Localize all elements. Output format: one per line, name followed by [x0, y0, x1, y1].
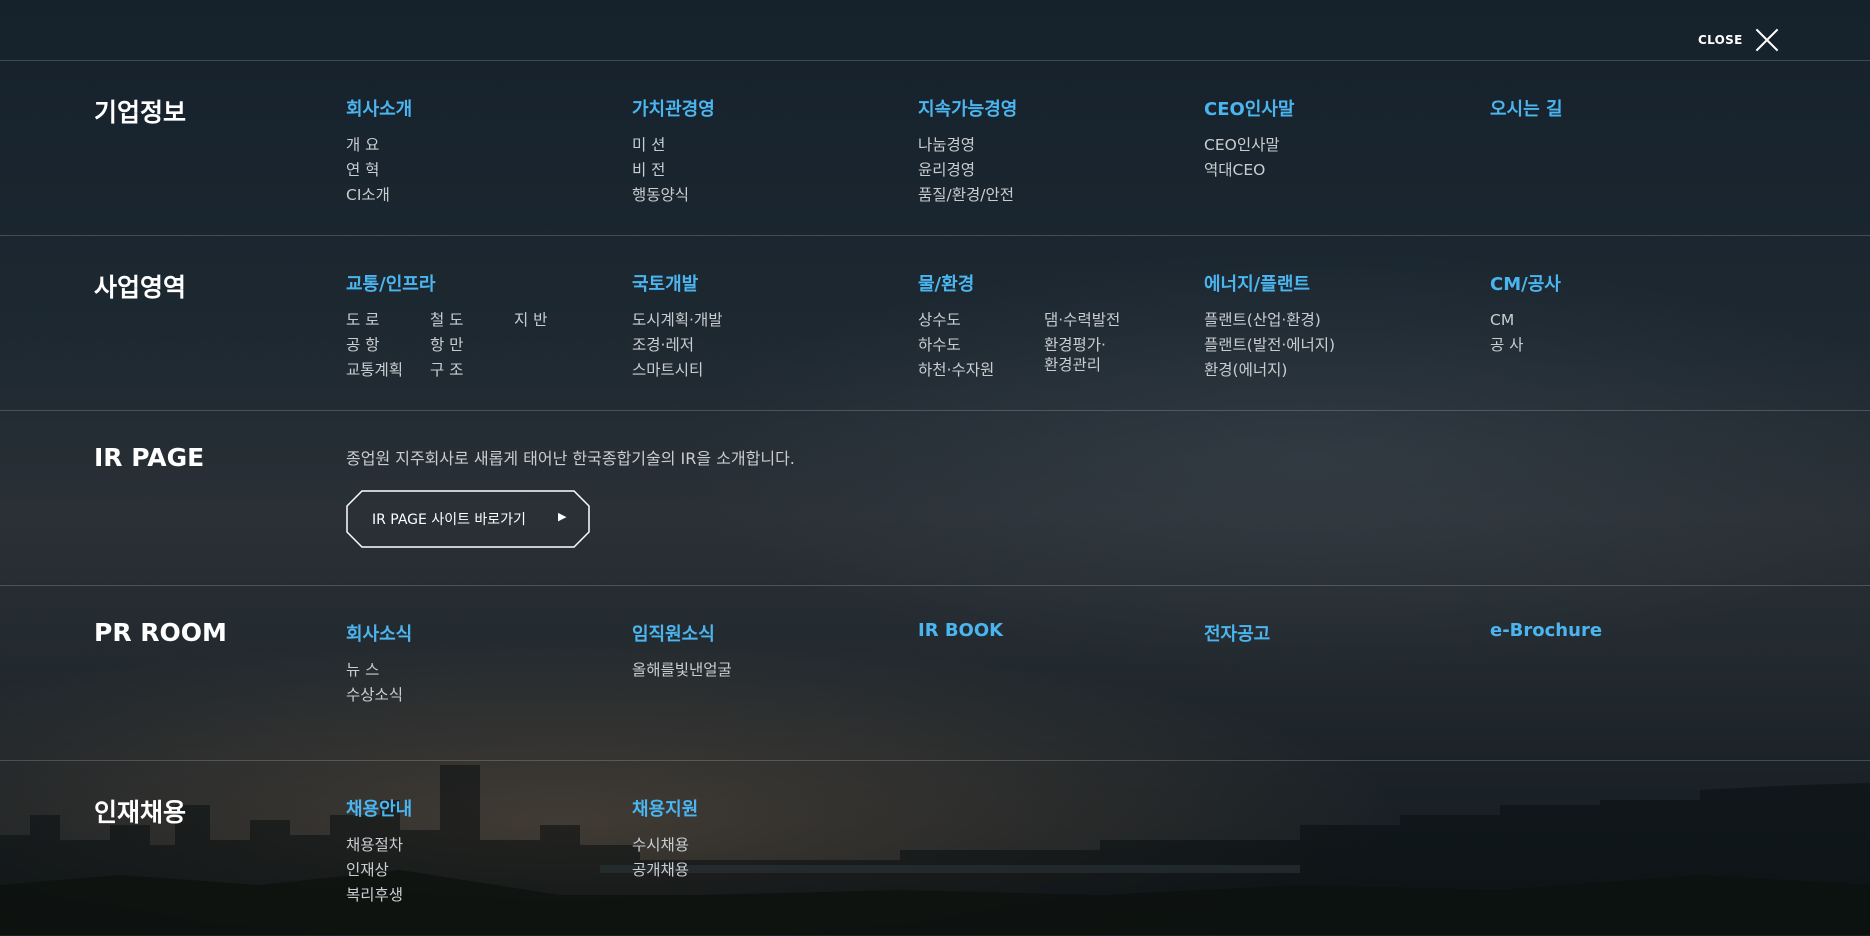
menu-link[interactable]: 도 로: [346, 308, 430, 333]
menu-link[interactable]: 환경관리: [1044, 355, 1170, 375]
menu-link[interactable]: 상수도: [918, 308, 1044, 333]
menu-link[interactable]: 환경(에너지): [1204, 358, 1335, 383]
menu-col-e-notice: 전자공고: [1204, 620, 1270, 658]
menu-link[interactable]: 지 반: [514, 308, 598, 333]
menu-col-land-development: 국토개발 도시계획·개발 조경·레저 스마트시티: [632, 270, 723, 383]
section-title: 사업영역: [94, 273, 187, 302]
menu-heading[interactable]: 전자공고: [1204, 620, 1270, 646]
menu-link[interactable]: 채용절차: [346, 833, 412, 858]
menu-link[interactable]: 비 전: [632, 158, 715, 183]
menu-link[interactable]: 품질/환경/안전: [918, 183, 1017, 208]
menu-link[interactable]: 교통계획: [346, 358, 430, 383]
menu-heading[interactable]: 채용안내: [346, 795, 412, 821]
menu-heading[interactable]: 채용지원: [632, 795, 698, 821]
menu-heading[interactable]: 국토개발: [632, 270, 723, 296]
menu-link[interactable]: 플랜트(산업·환경): [1204, 308, 1335, 333]
menu-link[interactable]: 공개채용: [632, 858, 698, 883]
menu-link[interactable]: 미 션: [632, 133, 715, 158]
menu-link[interactable]: 역대CEO: [1204, 158, 1295, 183]
menu-heading[interactable]: CM/공사: [1490, 270, 1561, 296]
menu-col-recruit-apply: 채용지원 수시채용 공개채용: [632, 795, 698, 883]
menu-col-e-brochure: e-Brochure: [1490, 620, 1602, 653]
menu-link[interactable]: 하수도: [918, 333, 1044, 358]
menu-link[interactable]: CM: [1490, 308, 1561, 333]
menu-heading[interactable]: 물/환경: [918, 270, 1170, 296]
menu-col-location: 오시는 길: [1490, 95, 1563, 133]
menu-link[interactable]: 수시채용: [632, 833, 698, 858]
menu-link[interactable]: 조경·레저: [632, 333, 723, 358]
menu-col-cm-construction: CM/공사 CM 공 사: [1490, 270, 1561, 358]
menu-heading[interactable]: 임직원소식: [632, 620, 732, 646]
menu-link[interactable]: 수상소식: [346, 683, 412, 708]
menu-link[interactable]: 공 사: [1490, 333, 1561, 358]
menu-link[interactable]: 철 도: [430, 308, 514, 333]
close-label: CLOSE: [1698, 33, 1743, 47]
menu-heading[interactable]: IR BOOK: [918, 620, 1003, 641]
menu-link[interactable]: 나눔경영: [918, 133, 1017, 158]
menu-link[interactable]: 연 혁: [346, 158, 412, 183]
menu-col-company-news: 회사소식 뉴 스 수상소식: [346, 620, 412, 708]
section-title: 인재채용: [94, 798, 187, 827]
menu-col-staff-news: 임직원소식 올해를빛낸얼굴: [632, 620, 732, 683]
menu-link[interactable]: 항 만: [430, 333, 514, 358]
menu-col-company-intro: 회사소개 개 요 연 혁 CI소개: [346, 95, 412, 208]
section-title: 기업정보: [94, 98, 187, 127]
menu-col-water-environment: 물/환경 상수도 하수도 하천·수자원 댐·수력발전 환경평가· 환경관리: [918, 270, 1170, 383]
ir-page-link-button[interactable]: IR PAGE 사이트 바로가기 ▶: [346, 490, 590, 548]
menu-link[interactable]: 환경평가·: [1044, 335, 1170, 355]
menu-heading[interactable]: 회사소개: [346, 95, 412, 121]
close-icon: [1755, 28, 1779, 52]
menu-link[interactable]: 복리후생: [346, 883, 412, 908]
menu-section-company: 기업정보 회사소개 개 요 연 혁 CI소개 가치관경영 미 션 비 전 행동양…: [0, 60, 1870, 236]
menu-section-recruit: 인재채용 채용안내 채용절차 인재상 복리후생 채용지원 수시채용 공개채용: [0, 760, 1870, 936]
section-title: IR PAGE: [94, 443, 205, 472]
menu-link[interactable]: 플랜트(발전·에너지): [1204, 333, 1335, 358]
play-arrow-icon: ▶: [558, 510, 567, 523]
menu-link[interactable]: 스마트시티: [632, 358, 723, 383]
menu-link[interactable]: 하천·수자원: [918, 358, 1044, 383]
menu-link[interactable]: 공 항: [346, 333, 430, 358]
menu-heading[interactable]: 교통/인프라: [346, 270, 598, 296]
menu-col-sustainability: 지속가능경영 나눔경영 윤리경영 품질/환경/안전: [918, 95, 1017, 208]
menu-heading[interactable]: 지속가능경영: [918, 95, 1017, 121]
menu-col-ceo: CEO인사말 CEO인사말 역대CEO: [1204, 95, 1295, 183]
menu-section-business: 사업영역 교통/인프라 도 로 철 도 지 반 공 항 항 만 교통계획 구 조…: [0, 235, 1870, 411]
menu-link[interactable]: 뉴 스: [346, 658, 412, 683]
menu-link[interactable]: 구 조: [430, 358, 514, 383]
button-label: IR PAGE 사이트 바로가기: [372, 512, 526, 528]
menu-col-recruit-guide: 채용안내 채용절차 인재상 복리후생: [346, 795, 412, 908]
menu-col-transport: 교통/인프라 도 로 철 도 지 반 공 항 항 만 교통계획 구 조: [346, 270, 598, 383]
menu-heading[interactable]: e-Brochure: [1490, 620, 1602, 641]
menu-link[interactable]: 도시계획·개발: [632, 308, 723, 333]
section-title: PR ROOM: [94, 618, 227, 647]
menu-link[interactable]: 윤리경영: [918, 158, 1017, 183]
menu-heading[interactable]: CEO인사말: [1204, 95, 1295, 121]
menu-link[interactable]: 올해를빛낸얼굴: [632, 658, 732, 683]
menu-link[interactable]: 개 요: [346, 133, 412, 158]
menu-heading[interactable]: 에너지/플랜트: [1204, 270, 1335, 296]
menu-col-ir-book: IR BOOK: [918, 620, 1003, 653]
menu-section-ir: IR PAGE 종업원 지주회사로 새롭게 태어난 한국종합기술의 IR을 소개…: [0, 410, 1870, 586]
menu-section-pr: PR ROOM 회사소식 뉴 스 수상소식 임직원소식 올해를빛낸얼굴 IR B…: [0, 585, 1870, 761]
menu-link[interactable]: 댐·수력발전: [1044, 308, 1170, 333]
ir-description: 종업원 지주회사로 새롭게 태어난 한국종합기술의 IR을 소개합니다.: [346, 449, 795, 468]
menu-link[interactable]: CI소개: [346, 183, 412, 208]
menu-link[interactable]: CEO인사말: [1204, 133, 1295, 158]
menu-link[interactable]: 행동양식: [632, 183, 715, 208]
menu-col-value-management: 가치관경영 미 션 비 전 행동양식: [632, 95, 715, 208]
menu-heading[interactable]: 회사소식: [346, 620, 412, 646]
close-button[interactable]: CLOSE: [1698, 28, 1779, 52]
menu-heading[interactable]: 가치관경영: [632, 95, 715, 121]
menu-link[interactable]: 인재상: [346, 858, 412, 883]
menu-heading[interactable]: 오시는 길: [1490, 95, 1563, 121]
menu-col-energy-plant: 에너지/플랜트 플랜트(산업·환경) 플랜트(발전·에너지) 환경(에너지): [1204, 270, 1335, 383]
